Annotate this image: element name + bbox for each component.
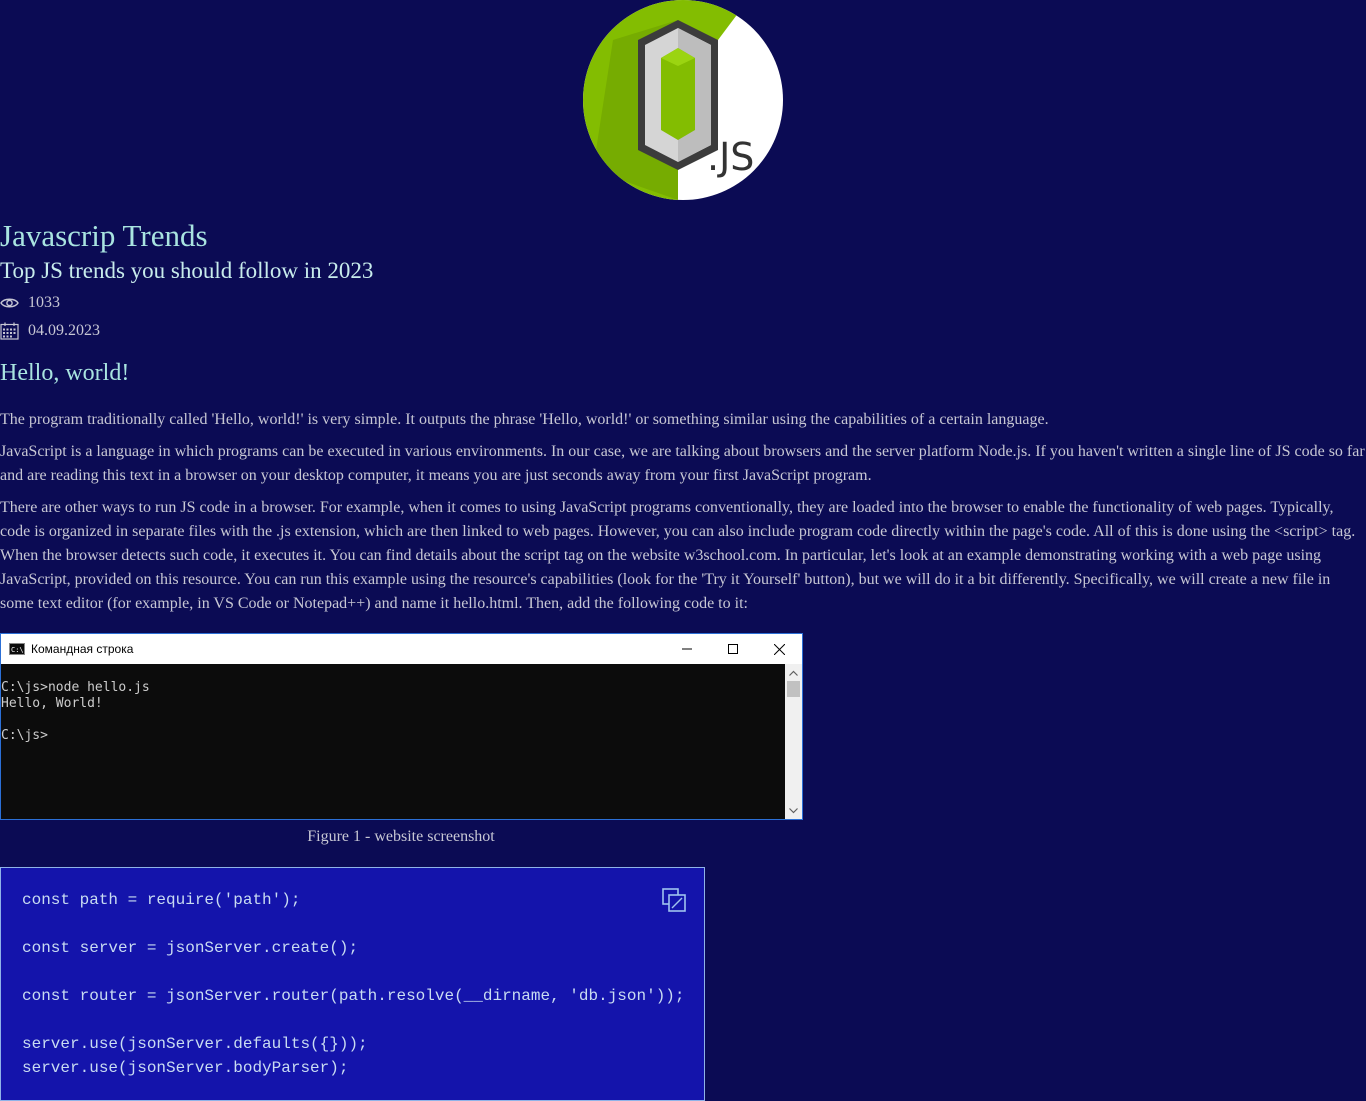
copy-code-button[interactable]	[662, 888, 686, 912]
nodejs-logo-icon: .JS	[583, 0, 783, 200]
code-line: server.use(jsonServer.bodyParser);	[22, 1059, 349, 1077]
views-counter: 1033	[0, 293, 60, 313]
maximize-button[interactable]	[710, 634, 756, 664]
code-line: const router = jsonServer.router(path.re…	[22, 987, 685, 1005]
code-line: const path = require('path');	[22, 891, 301, 909]
code-block: const path = require('path'); const serv…	[0, 867, 705, 1101]
chevron-down-icon	[789, 807, 798, 813]
close-icon	[773, 643, 785, 655]
console-line: C:\js>node hello.js	[1, 680, 150, 695]
console-screenshot: C:\ Командная строка C:\js>node hello.js…	[0, 633, 803, 820]
scroll-thumb[interactable]	[787, 681, 800, 697]
scroll-down-button[interactable]	[785, 802, 802, 819]
scroll-up-button[interactable]	[785, 664, 802, 681]
svg-text:.JS: .JS	[707, 135, 754, 179]
figure-caption: Figure 1 - website screenshot	[307, 828, 495, 845]
eye-icon	[0, 298, 19, 308]
chevron-up-icon	[789, 670, 798, 676]
code-content: const path = require('path'); const serv…	[22, 888, 685, 1080]
maximize-icon	[728, 644, 738, 654]
code-line: server.use(jsonServer.defaults({}));	[22, 1035, 368, 1053]
command-prompt-icon: C:\	[9, 643, 25, 655]
copy-icon	[662, 888, 686, 912]
console-titlebar: C:\ Командная строка	[1, 634, 802, 664]
code-line: const server = jsonServer.create();	[22, 939, 359, 957]
page-subtitle: Top JS trends you should follow in 2023	[0, 258, 374, 283]
date-text: 04.09.2023	[28, 322, 100, 339]
paragraph-3: There are other ways to run JS code in a…	[0, 499, 1356, 612]
console-line: Hello, World!	[1, 696, 103, 711]
minimize-icon	[682, 648, 692, 650]
publish-date: 04.09.2023	[0, 321, 100, 341]
console-window-title: Командная строка	[31, 642, 134, 656]
calendar-icon	[0, 322, 19, 340]
minimize-button[interactable]	[664, 634, 710, 664]
paragraph-1: The program traditionally called 'Hello,…	[0, 411, 1049, 428]
page-title: Javascrip Trends	[0, 218, 208, 253]
nodejs-logo: .JS	[583, 0, 783, 200]
views-count: 1033	[28, 294, 60, 311]
paragraph-2: JavaScript is a language in which progra…	[0, 443, 1365, 484]
console-line: C:\js>	[1, 728, 48, 743]
close-button[interactable]	[756, 634, 802, 664]
console-output: C:\js>node hello.js Hello, World! C:\js>	[1, 664, 785, 819]
console-scrollbar[interactable]	[785, 664, 802, 819]
section-heading: Hello, world!	[0, 360, 130, 386]
